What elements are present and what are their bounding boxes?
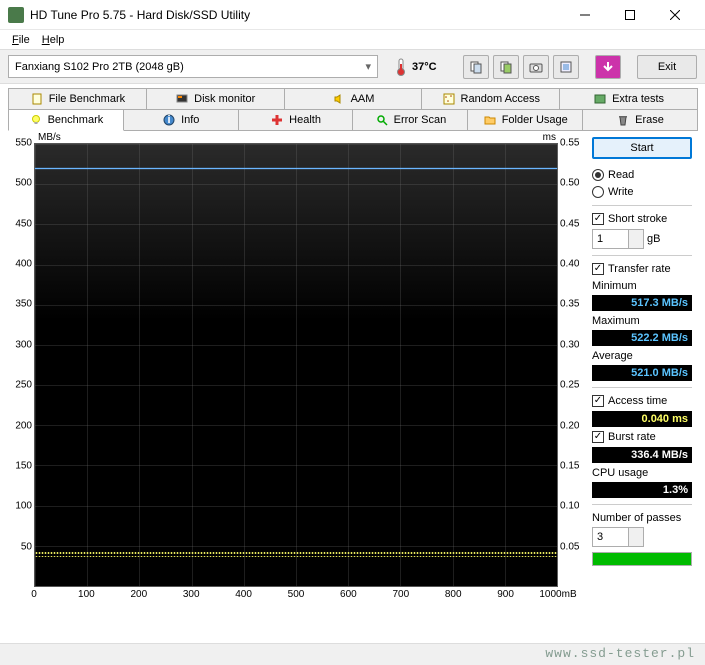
drive-select-value: Fanxiang S102 Pro 2TB (2048 gB) [15,61,184,73]
thermometer-icon [394,58,408,76]
checkbox-icon [592,213,604,225]
tab-benchmark[interactable]: Benchmark [8,109,124,131]
bulb-icon [29,113,43,127]
tab-folder-usage[interactable]: Folder Usage [467,109,583,131]
cpu-value: 1.3% [592,482,692,498]
tab-extra-tests[interactable]: Extra tests [559,88,698,110]
temperature-display: 37°C [394,58,437,76]
file-icon [30,92,44,106]
copy-info-button[interactable] [463,55,489,79]
avg-value: 521.0 MB/s [592,365,692,381]
copy-screenshot-button[interactable] [493,55,519,79]
screenshot-button[interactable] [523,55,549,79]
passes-spinner[interactable]: 3▲▼ [592,527,644,547]
cpu-label: CPU usage [592,466,692,479]
tab-erase[interactable]: Erase [582,109,698,131]
checkbox-icon [592,263,604,275]
settings-button[interactable] [553,55,579,79]
burst-value: 336.4 MB/s [592,447,692,463]
monitor-icon [175,92,189,106]
y-right-axis-title: ms [543,132,556,143]
avg-label: Average [592,349,692,362]
access-time-dots [35,551,557,557]
read-radio[interactable]: Read [592,168,692,182]
app-icon [8,7,24,23]
random-icon [442,92,456,106]
tab-info[interactable]: iInfo [123,109,239,131]
passes-progress [592,552,692,566]
info-icon: i [162,113,176,127]
access-value: 0.040 ms [592,411,692,427]
maximize-button[interactable] [607,1,652,29]
tab-aam[interactable]: AAM [284,88,423,110]
tab-random-access[interactable]: Random Access [421,88,560,110]
exit-button[interactable]: Exit [637,55,697,79]
menu-help[interactable]: Help [38,32,69,48]
svg-text:i: i [168,114,171,126]
temperature-value: 37°C [412,61,437,73]
minimize-button[interactable] [562,1,607,29]
min-label: Minimum [592,279,692,292]
checkbox-icon [592,395,604,407]
drive-select[interactable]: Fanxiang S102 Pro 2TB (2048 gB) [8,55,378,78]
window-title: HD Tune Pro 5.75 - Hard Disk/SSD Utility [30,8,562,22]
speaker-icon [332,92,346,106]
trash-icon [616,113,630,127]
search-icon [375,113,389,127]
tab-health[interactable]: Health [238,109,354,131]
tab-error-scan[interactable]: Error Scan [352,109,468,131]
y-left-axis-title: MB/s [38,132,61,143]
transfer-rate-checkbox[interactable]: Transfer rate [592,262,692,276]
extra-icon [593,92,607,106]
folder-icon [483,113,497,127]
checkbox-icon [592,431,604,443]
write-radio[interactable]: Write [592,185,692,199]
burst-rate-checkbox[interactable]: Burst rate [592,430,692,444]
watermark: www.ssd-tester.pl [545,646,695,661]
short-stroke-spinner[interactable]: 1▲▼ [592,229,644,249]
menu-file[interactable]: File [8,32,34,48]
radio-icon [592,169,604,181]
tab-disk-monitor[interactable]: Disk monitor [146,88,285,110]
save-button[interactable] [595,55,621,79]
access-time-checkbox[interactable]: Access time [592,394,692,408]
passes-label: Number of passes [592,511,692,524]
max-value: 522.2 MB/s [592,330,692,346]
close-button[interactable] [652,1,697,29]
plot-area [34,143,558,587]
titlebar: HD Tune Pro 5.75 - Hard Disk/SSD Utility [0,0,705,30]
benchmark-chart: MB/s ms 50100150200250300350400450500550… [8,135,588,605]
tab-file-benchmark[interactable]: File Benchmark [8,88,147,110]
side-panel: Start Read Write Short stroke 1▲▼ gB Tra… [592,135,692,605]
min-value: 517.3 MB/s [592,295,692,311]
tabs: File Benchmark Disk monitor AAM Random A… [0,84,705,131]
radio-icon [592,186,604,198]
start-button[interactable]: Start [592,137,692,159]
toolbar: Fanxiang S102 Pro 2TB (2048 gB) 37°C Exi… [0,50,705,84]
health-icon [270,113,284,127]
menubar: File Help [0,30,705,50]
transfer-rate-line [35,168,557,169]
max-label: Maximum [592,314,692,327]
short-stroke-checkbox[interactable]: Short stroke [592,212,692,226]
